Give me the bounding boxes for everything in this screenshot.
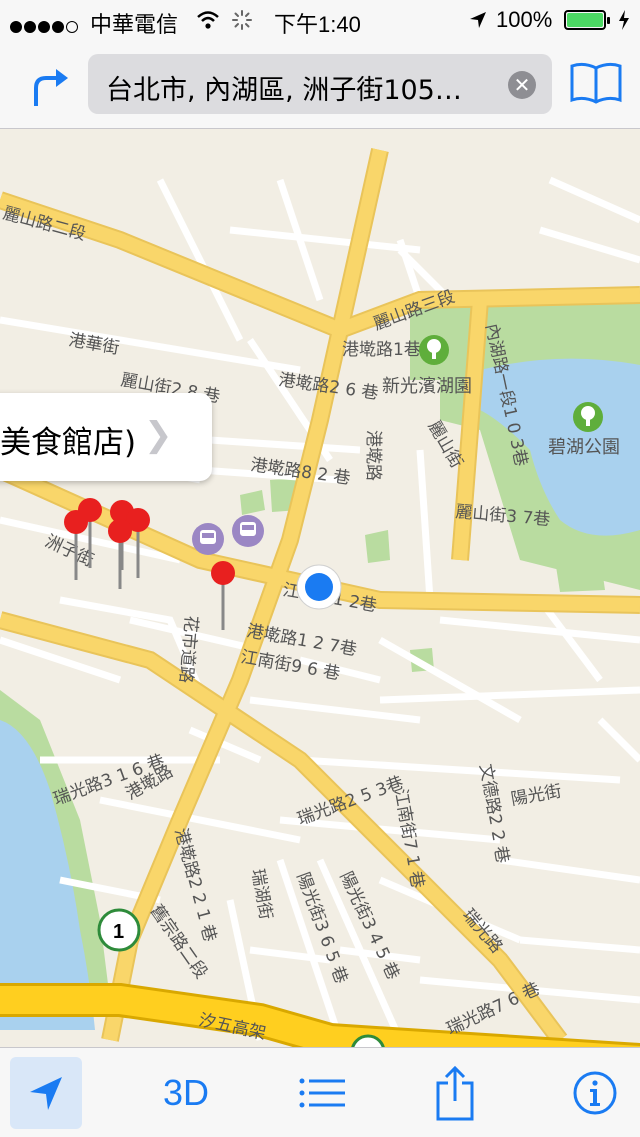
bottom-toolbar: 3D bbox=[0, 1047, 640, 1137]
search-field[interactable]: 台北市, 內湖區, 洲子街105… ✕ bbox=[88, 54, 552, 114]
info-icon bbox=[573, 1071, 617, 1114]
charging-bolt-icon bbox=[619, 10, 629, 30]
park-label: 碧湖公園 bbox=[548, 437, 620, 458]
clock: 下午1:40 bbox=[274, 12, 361, 37]
list-icon bbox=[299, 1078, 345, 1107]
track-location-button[interactable] bbox=[10, 1057, 82, 1129]
navigation-bar: 台北市, 內湖區, 洲子街105… ✕ bbox=[0, 40, 640, 129]
search-query-text: 台北市, 內湖區, 洲子街105… bbox=[106, 75, 462, 106]
location-arrow-icon bbox=[30, 1077, 62, 1110]
map-view[interactable]: 麗山路二段 麗山路三段 港華街 港墘路1巷 港墘路2 6 巷 麗山街2 8 巷 … bbox=[0, 129, 640, 1047]
battery-icon bbox=[564, 10, 610, 30]
callout-title: 美食館店) bbox=[0, 425, 137, 461]
bookmarks-icon[interactable] bbox=[570, 62, 622, 108]
info-button[interactable] bbox=[570, 1048, 620, 1137]
status-bar: 中華電信 下午1:40 100% bbox=[0, 0, 640, 40]
wifi-icon bbox=[197, 11, 219, 29]
signal-strength-icon bbox=[10, 13, 80, 39]
directions-icon[interactable] bbox=[28, 64, 72, 108]
disclosure-chevron-icon[interactable]: ❯ bbox=[144, 415, 173, 455]
clear-search-icon[interactable]: ✕ bbox=[508, 71, 536, 99]
train-station-icon[interactable] bbox=[232, 515, 264, 547]
share-button[interactable] bbox=[430, 1048, 480, 1137]
carrier-name: 中華電信 bbox=[90, 12, 179, 37]
svg-text:1: 1 bbox=[113, 921, 124, 943]
map-canvas[interactable]: 麗山路二段 麗山路三段 港華街 港墘路1巷 港墘路2 6 巷 麗山街2 8 巷 … bbox=[0, 129, 640, 1047]
battery-percent: 100% bbox=[496, 7, 553, 32]
current-location-dot[interactable] bbox=[296, 564, 342, 610]
road-label: 港墘路1巷 bbox=[342, 340, 421, 360]
3d-button[interactable]: 3D bbox=[146, 1048, 226, 1137]
route-shield-icon: 1 bbox=[97, 908, 141, 952]
road-label: 港墘路 bbox=[363, 430, 383, 481]
share-icon bbox=[436, 1065, 474, 1120]
location-arrow-icon bbox=[470, 12, 486, 28]
activity-spinner-icon bbox=[232, 10, 252, 30]
pin-callout[interactable]: 美食館店) ❯ bbox=[0, 393, 212, 481]
park-label: 新光濱湖園 bbox=[382, 376, 472, 397]
list-button[interactable] bbox=[290, 1048, 354, 1137]
train-station-icon[interactable] bbox=[192, 523, 224, 555]
